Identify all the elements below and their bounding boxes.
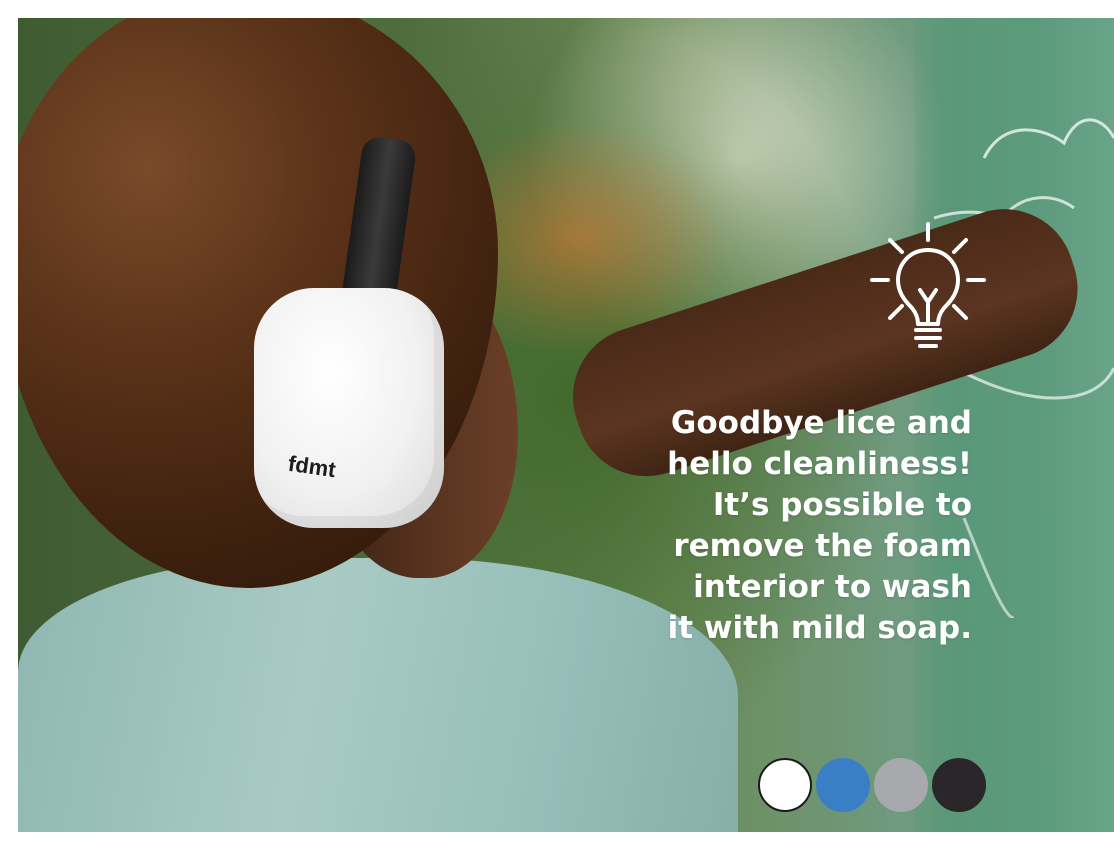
earmuff-earcup — [254, 288, 444, 528]
hero-image: fdmt Goodbye lice and hello cleanliness!… — [18, 18, 1114, 832]
headline-line: It’s possible to — [712, 487, 972, 523]
color-swatches — [758, 758, 986, 812]
color-swatch-blue[interactable] — [816, 758, 870, 812]
headline-line: remove the foam — [673, 528, 972, 564]
headline-line: hello cleanliness! — [667, 446, 972, 482]
headline-line: it with mild soap. — [667, 610, 972, 646]
color-swatch-white[interactable] — [758, 758, 812, 812]
lightbulb-icon — [870, 222, 986, 348]
color-swatch-gray[interactable] — [874, 758, 928, 812]
feature-headline: Goodbye lice and hello cleanliness! It’s… — [552, 403, 972, 649]
color-swatch-black[interactable] — [932, 758, 986, 812]
headline-line: Goodbye lice and — [670, 405, 972, 441]
headline-line: interior to wash — [693, 569, 972, 605]
